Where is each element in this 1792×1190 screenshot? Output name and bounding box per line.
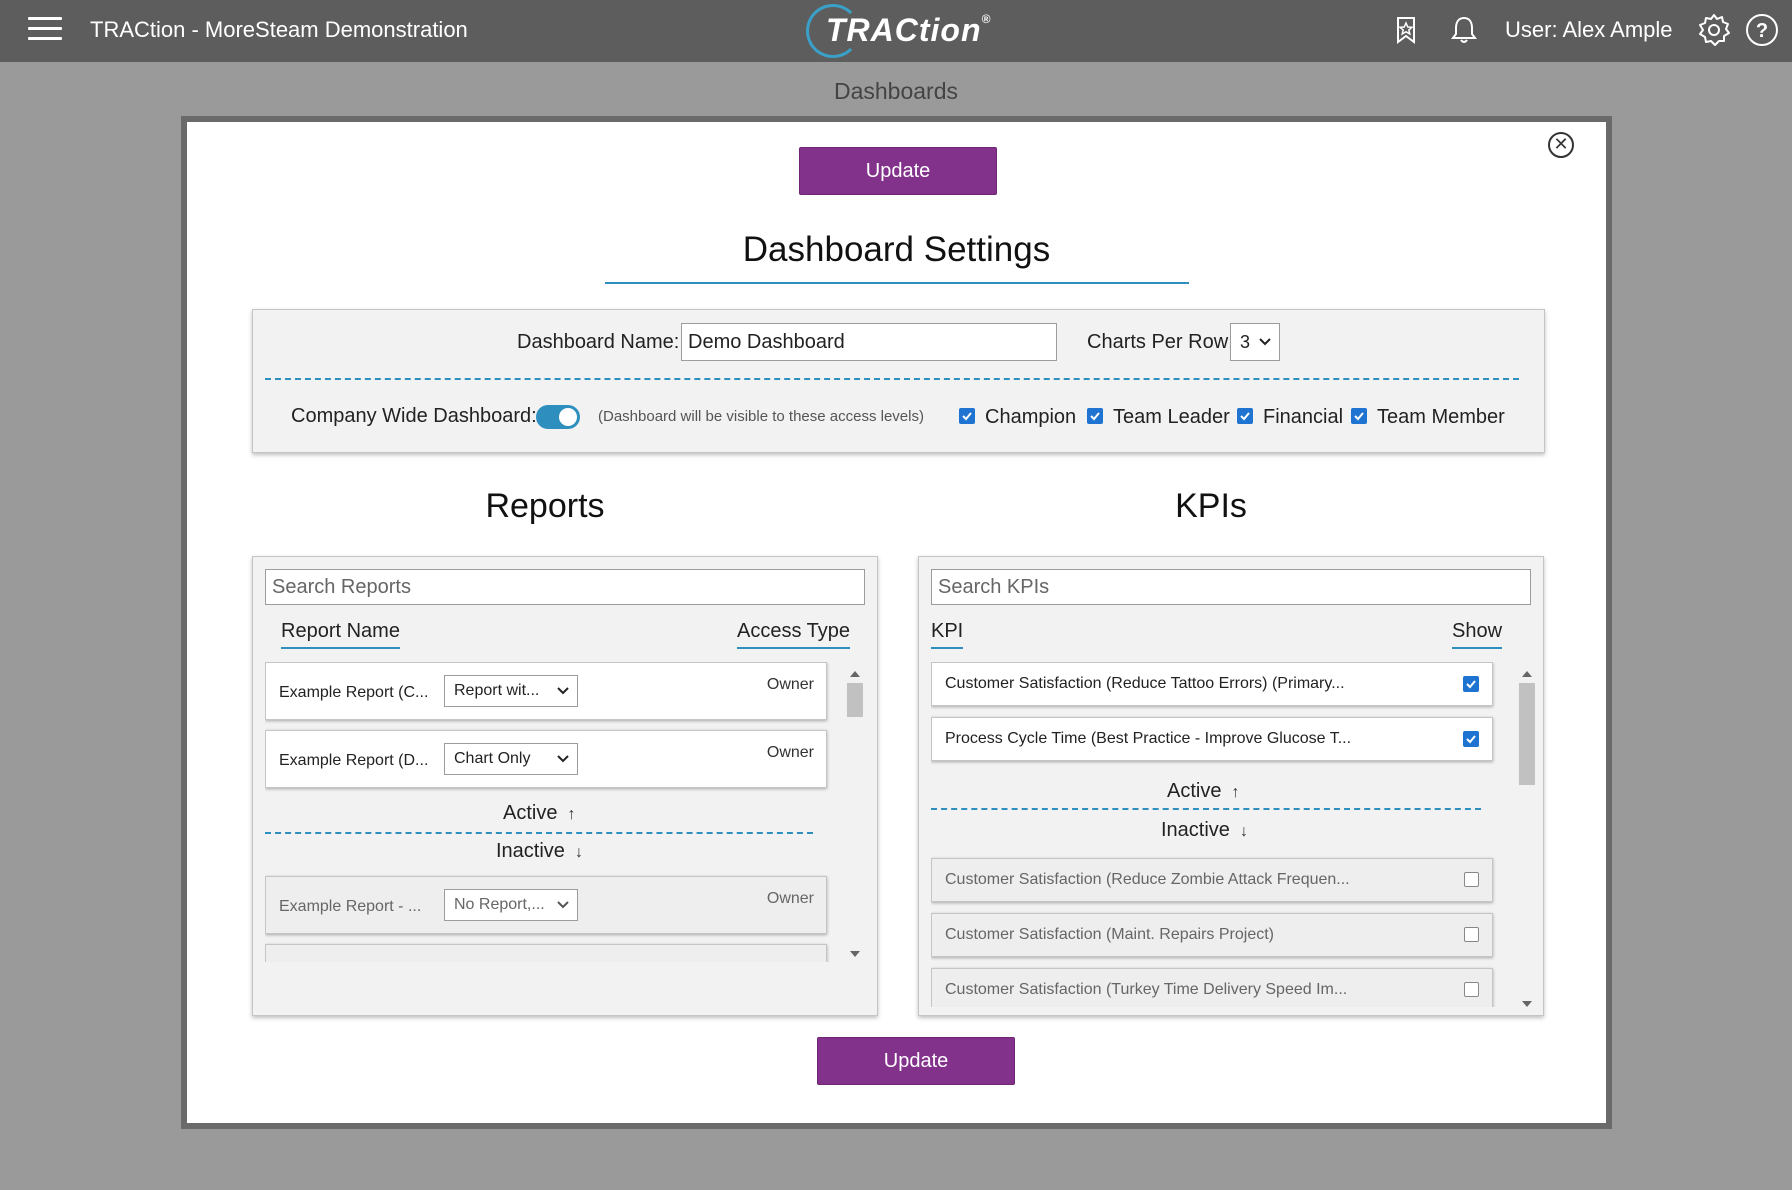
kpi-row[interactable]: Customer Satisfaction (Reduce Tattoo Err…	[931, 662, 1493, 706]
settings-divider	[265, 378, 1519, 380]
inactive-group-label[interactable]: Inactive ↓	[496, 840, 583, 863]
report-access: Owner	[766, 676, 814, 693]
champion-checkbox[interactable]	[959, 408, 975, 424]
show-header[interactable]: Show	[1452, 620, 1503, 649]
kpis-list: Customer Satisfaction (Reduce Tattoo Err…	[931, 662, 1521, 1007]
kpis-scrollbar[interactable]	[1519, 669, 1535, 1009]
company-wide-toggle[interactable]	[536, 405, 580, 429]
report-type-select[interactable]: Chart Only	[444, 743, 578, 775]
report-row-inactive[interactable]: Example Report - ... No Report,... Owner	[265, 876, 827, 934]
report-access: Owner	[766, 744, 814, 761]
report-row[interactable]: Example Report (C... Report wit... Owner	[265, 662, 827, 720]
chevron-down-icon	[1259, 338, 1271, 346]
team-leader-label: Team Leader	[1113, 406, 1230, 428]
kpi-row-inactive[interactable]: Customer Satisfaction (Turkey Time Deliv…	[931, 968, 1493, 1007]
charts-per-row-select[interactable]: 3	[1230, 323, 1280, 361]
charts-per-row-label: Charts Per Row:	[1087, 331, 1234, 353]
modal-frame: ✕ Update Dashboard Dashboard Settings Da…	[181, 116, 1612, 1129]
settings-panel: Dashboard Name: Charts Per Row: 3 Compan…	[252, 309, 1545, 453]
chevron-down-icon	[557, 687, 569, 695]
group-divider	[265, 832, 813, 834]
kpi-show-checkbox[interactable]	[1464, 872, 1479, 887]
arrow-down-icon: ↓	[574, 844, 583, 861]
kpi-name: Customer Satisfaction (Reduce Tattoo Err…	[945, 675, 1345, 692]
reports-panel: Report Name Access Type Example Report (…	[252, 556, 878, 1016]
title-underline	[605, 282, 1189, 284]
report-row-inactive[interactable]	[265, 944, 827, 962]
access-type-header[interactable]: Access Type	[737, 620, 851, 649]
team-member-label: Team Member	[1377, 406, 1505, 428]
arrow-down-icon: ↓	[1239, 823, 1248, 840]
report-row[interactable]: Example Report (D... Chart Only Owner	[265, 730, 827, 788]
kpi-header[interactable]: KPI	[931, 620, 964, 649]
modal-title: Dashboard Settings	[742, 230, 1051, 269]
gear-icon[interactable]	[1696, 12, 1732, 48]
kpi-show-checkbox[interactable]	[1463, 731, 1479, 747]
chevron-down-icon	[557, 755, 569, 763]
report-name: Example Report - ...	[279, 898, 422, 915]
visibility-note: (Dashboard will be visible to these acce…	[598, 408, 924, 425]
dashboard-name-input[interactable]	[681, 323, 1057, 361]
kpi-row-inactive[interactable]: Customer Satisfaction (Maint. Repairs Pr…	[931, 913, 1493, 957]
report-type-select[interactable]: Report wit...	[444, 675, 578, 707]
reports-list: Example Report (C... Report wit... Owner…	[265, 662, 855, 962]
kpi-show-checkbox[interactable]	[1463, 676, 1479, 692]
kpis-panel: KPI Show Customer Satisfaction (Reduce T…	[918, 556, 1544, 1016]
reports-title: Reports	[485, 487, 605, 525]
bell-icon[interactable]	[1446, 12, 1482, 48]
top-bar: TRACtion - MoreSteam Demonstration TRACt…	[0, 0, 1792, 62]
report-name: Example Report (D...	[279, 752, 429, 769]
update-dashboard-button-top[interactable]: Update Dashboard	[799, 147, 997, 228]
menu-icon[interactable]	[28, 17, 62, 43]
group-divider	[931, 808, 1481, 810]
company-wide-label: Company Wide Dashboard:	[291, 405, 537, 427]
active-group-label[interactable]: Active ↑	[1167, 780, 1239, 803]
kpi-show-checkbox[interactable]	[1464, 982, 1479, 997]
search-reports-input[interactable]	[265, 569, 865, 605]
inactive-group-label[interactable]: Inactive ↓	[1161, 819, 1248, 842]
financial-checkbox[interactable]	[1237, 408, 1253, 424]
kpi-name: Process Cycle Time (Best Practice - Impr…	[945, 730, 1352, 747]
arrow-up-icon: ↑	[1231, 784, 1240, 801]
kpi-show-checkbox[interactable]	[1464, 927, 1479, 942]
help-icon[interactable]: ?	[1744, 12, 1780, 48]
kpi-row-inactive[interactable]: Customer Satisfaction (Reduce Zombie Att…	[931, 858, 1493, 902]
close-button[interactable]: ✕	[1548, 132, 1574, 158]
champion-label: Champion	[985, 406, 1077, 428]
report-name: Example Report (C...	[279, 684, 429, 701]
kpi-name: Customer Satisfaction (Maint. Repairs Pr…	[945, 926, 1274, 943]
chevron-down-icon	[557, 901, 569, 909]
app-title: TRACtion - MoreSteam Demonstration	[90, 17, 468, 42]
kpi-name: Customer Satisfaction (Turkey Time Deliv…	[945, 981, 1348, 998]
svg-text:?: ?	[1756, 20, 1768, 42]
kpis-title: KPIs	[1175, 487, 1247, 525]
arrow-up-icon: ↑	[567, 806, 576, 823]
team-leader-checkbox[interactable]	[1087, 408, 1103, 424]
team-member-checkbox[interactable]	[1351, 408, 1367, 424]
user-label[interactable]: User: Alex Ample	[1505, 17, 1673, 43]
reports-scrollbar[interactable]	[847, 669, 863, 959]
financial-label: Financial	[1263, 406, 1344, 428]
dashboard-settings-modal: ✕ Update Dashboard Dashboard Settings Da…	[187, 122, 1606, 1123]
report-access: Owner	[766, 890, 814, 907]
kpi-name: Customer Satisfaction (Reduce Zombie Att…	[945, 871, 1350, 888]
search-kpis-input[interactable]	[931, 569, 1531, 605]
kpi-row[interactable]: Process Cycle Time (Best Practice - Impr…	[931, 717, 1493, 761]
report-name-header[interactable]: Report Name	[281, 620, 400, 649]
bookmark-star-icon[interactable]	[1388, 12, 1424, 48]
dashboard-name-label: Dashboard Name:	[517, 331, 680, 353]
page-heading: Dashboards	[833, 78, 959, 104]
report-type-select[interactable]: No Report,...	[444, 889, 578, 921]
traction-logo[interactable]: TRACtion®	[806, 4, 990, 58]
active-group-label[interactable]: Active ↑	[503, 802, 575, 825]
update-dashboard-button-bottom[interactable]: Update Dashboard	[817, 1037, 1015, 1118]
